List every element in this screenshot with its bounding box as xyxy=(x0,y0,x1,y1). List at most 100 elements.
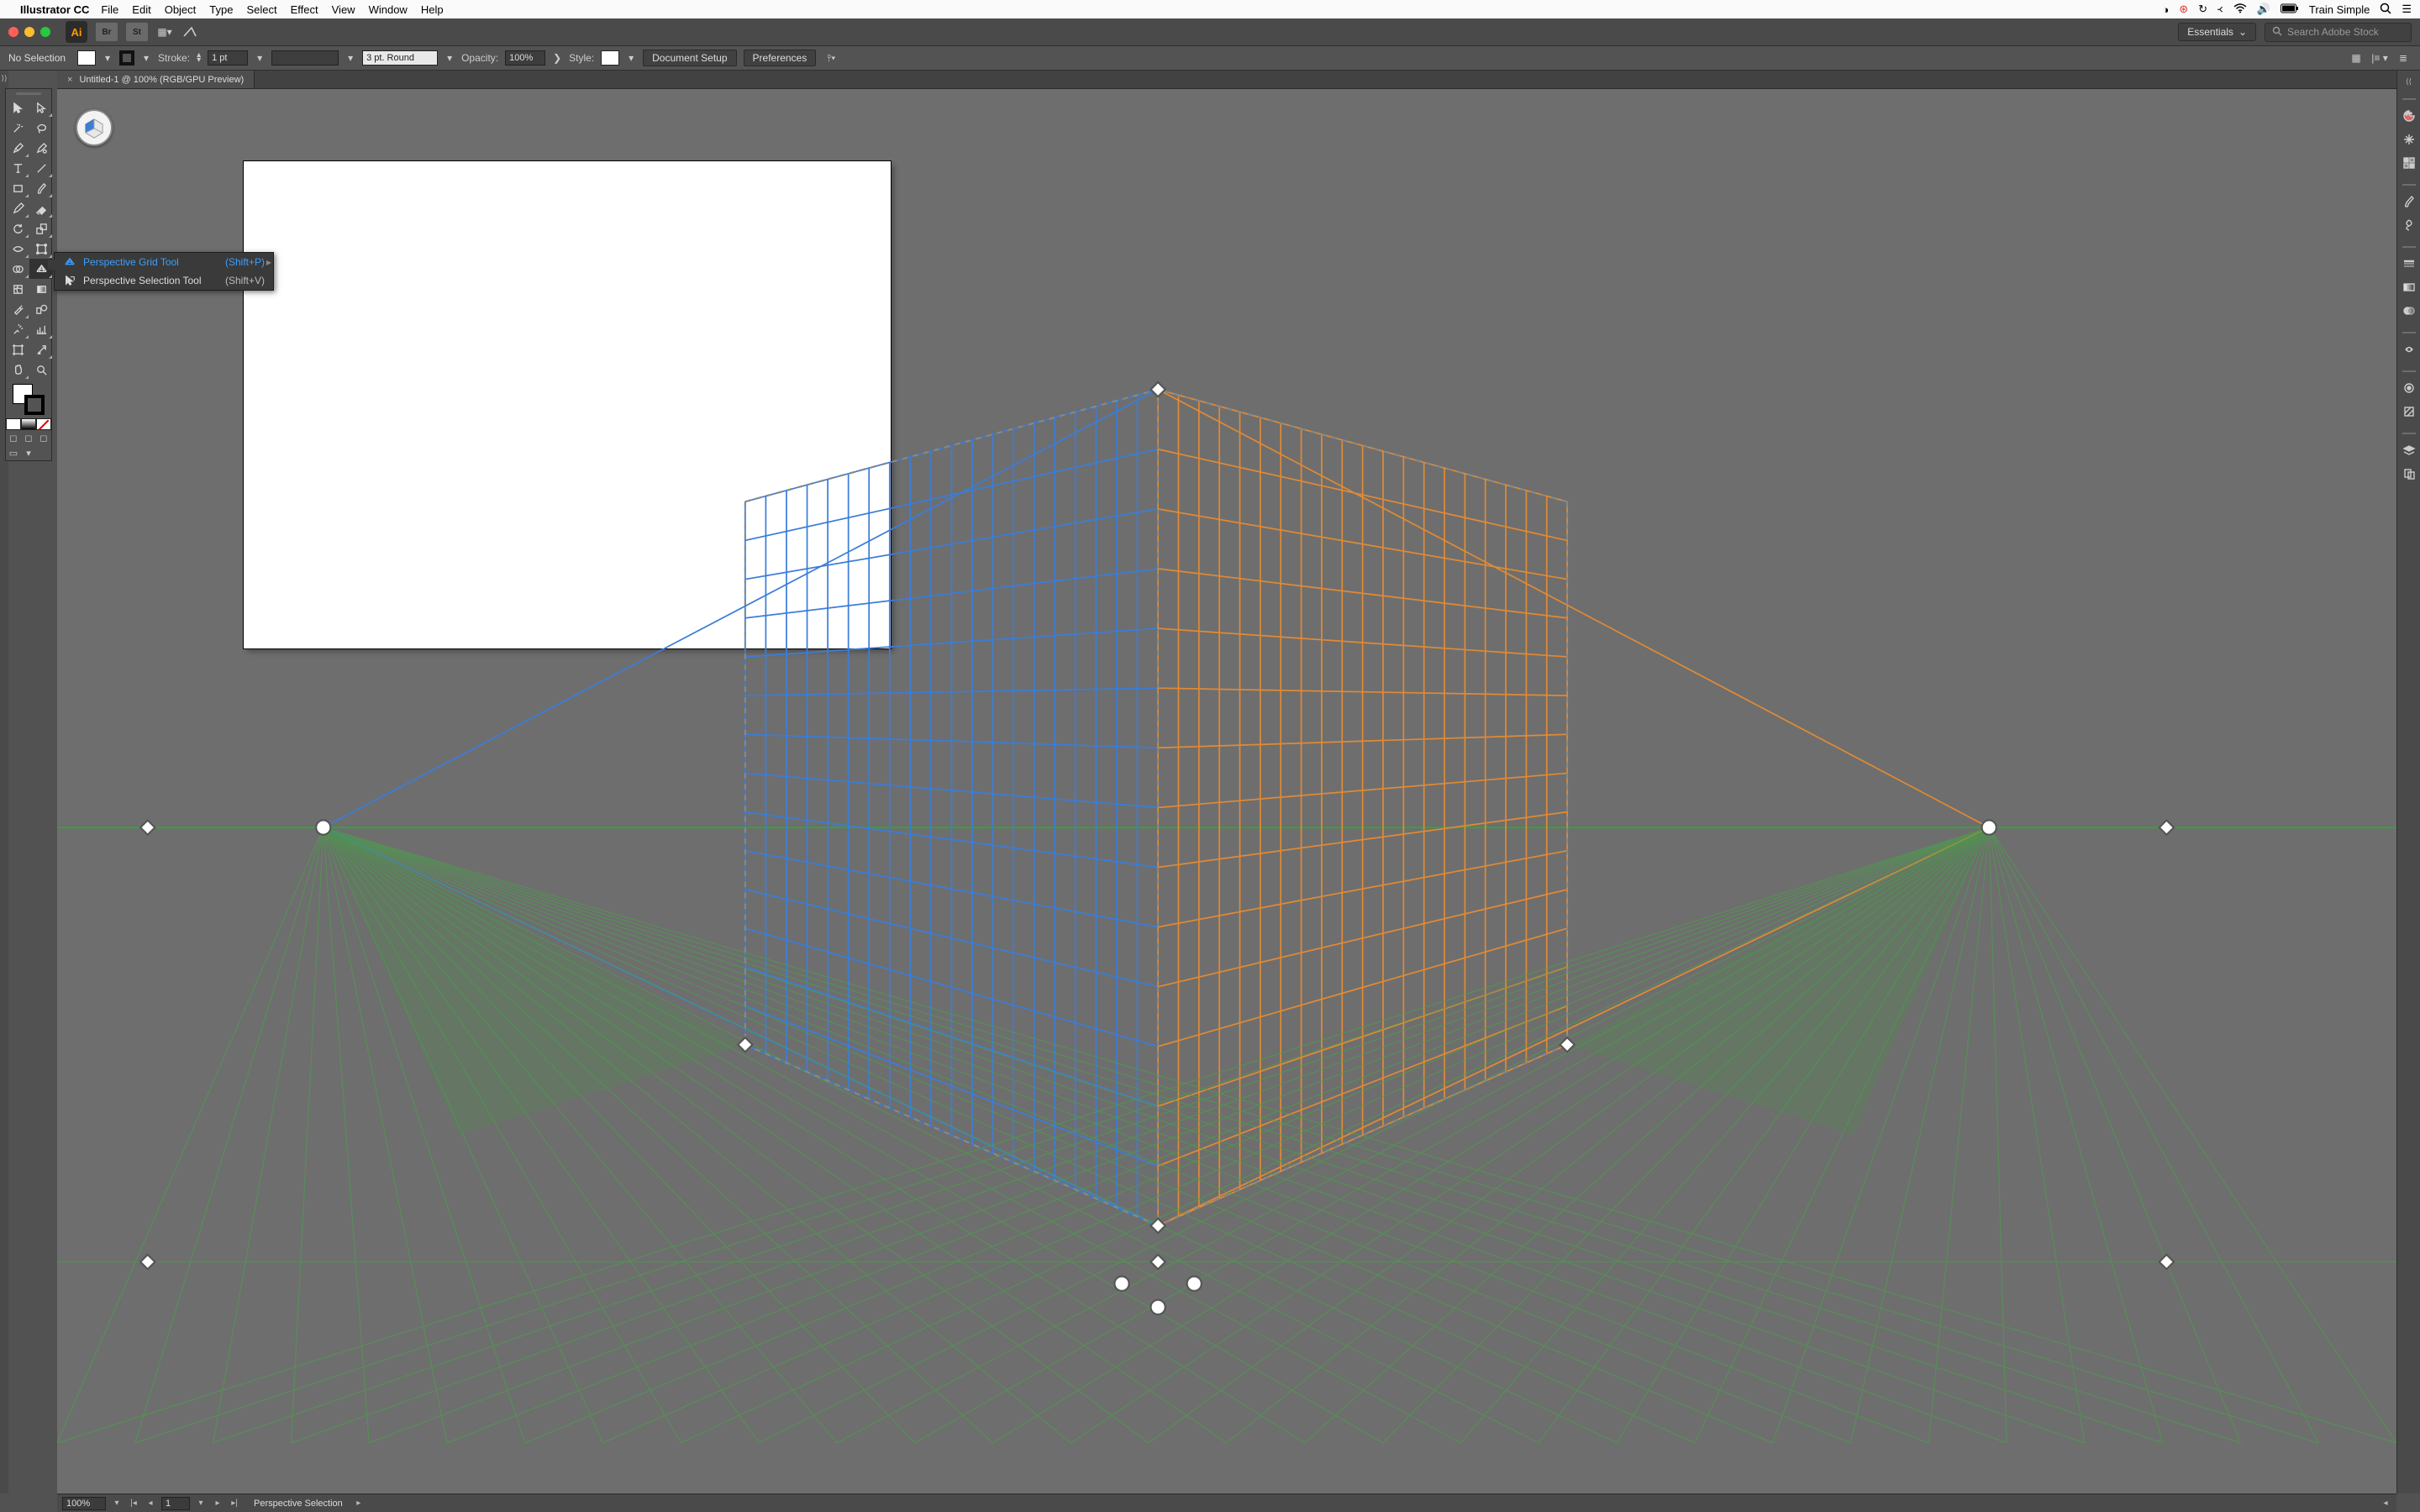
flyout-item-perspective-grid[interactable]: Perspective Grid Tool (Shift+P) ▶ xyxy=(55,253,273,271)
fill-swatch[interactable] xyxy=(77,50,96,66)
last-artboard-button[interactable]: ▸| xyxy=(229,1498,240,1509)
opacity-input[interactable]: 100% xyxy=(505,50,545,66)
align-panel-icon[interactable]: |≡ ▾ xyxy=(2371,50,2388,66)
draw-behind-icon[interactable]: ◻ xyxy=(21,430,36,445)
minimize-window-button[interactable] xyxy=(24,27,34,37)
menu-window[interactable]: Window xyxy=(369,3,408,16)
status-menu-icon[interactable]: ▸ xyxy=(353,1498,365,1509)
rectangle-tool[interactable] xyxy=(6,178,29,198)
pencil-tool[interactable] xyxy=(6,198,29,218)
width-tool[interactable] xyxy=(6,239,29,259)
symbol-sprayer-tool[interactable] xyxy=(6,319,29,339)
draw-inside-icon[interactable]: ◻ xyxy=(36,430,51,445)
arrange-documents-icon[interactable]: ▦▾ xyxy=(156,24,173,40)
prev-artboard-button[interactable]: ◂ xyxy=(145,1498,156,1509)
next-artboard-button[interactable]: ▸ xyxy=(212,1498,224,1509)
plane-switcher-widget[interactable] xyxy=(76,109,113,146)
eraser-tool[interactable] xyxy=(29,198,53,218)
stroke-color-icon[interactable] xyxy=(24,395,45,415)
menu-type[interactable]: Type xyxy=(209,3,233,16)
rotate-tool[interactable] xyxy=(6,218,29,239)
stroke-profile-dropdown[interactable]: ▾ xyxy=(345,52,355,64)
align-to-icon[interactable]: ⫯▾ xyxy=(823,50,839,66)
stock-search-input[interactable]: Search Adobe Stock xyxy=(2265,23,2412,42)
stroke-weight-dropdown[interactable]: ▾ xyxy=(255,52,265,64)
appearance-panel-icon[interactable] xyxy=(2399,379,2419,397)
zoom-dropdown[interactable]: ▾ xyxy=(111,1498,123,1509)
menu-file[interactable]: File xyxy=(101,3,118,16)
document-setup-button[interactable]: Document Setup xyxy=(643,50,736,66)
panel-grip[interactable] xyxy=(2402,369,2416,374)
color-guide-panel-icon[interactable] xyxy=(2399,130,2419,149)
document-tab[interactable]: × Untitled-1 @ 100% (RGB/GPU Preview) xyxy=(57,71,255,88)
panel-grip[interactable] xyxy=(2402,182,2416,187)
artboard-tool[interactable] xyxy=(6,339,29,360)
column-graph-tool[interactable] xyxy=(29,319,53,339)
color-mode-none[interactable] xyxy=(36,418,51,430)
type-tool[interactable] xyxy=(6,158,29,178)
direct-selection-tool[interactable] xyxy=(29,97,53,118)
status-icon[interactable]: ◑ xyxy=(2162,3,2169,16)
hscroll-left-icon[interactable]: ◂ xyxy=(2380,1498,2391,1509)
app-menu[interactable]: Illustrator CC xyxy=(20,3,89,16)
blend-tool[interactable] xyxy=(29,299,53,319)
stroke-profile-select[interactable] xyxy=(271,50,339,66)
first-artboard-button[interactable]: |◂ xyxy=(128,1498,139,1509)
stroke-dropdown[interactable]: ▾ xyxy=(141,52,151,64)
transform-panel-icon[interactable]: ▦ xyxy=(2348,50,2365,66)
color-panel-icon[interactable] xyxy=(2399,107,2419,125)
selection-tool[interactable] xyxy=(6,97,29,118)
curvature-tool[interactable] xyxy=(29,138,53,158)
zoom-window-button[interactable] xyxy=(40,27,50,37)
graphic-styles-panel-icon[interactable] xyxy=(2399,402,2419,421)
stroke-stepper-icon[interactable]: ▴▾ xyxy=(197,53,201,63)
expand-right-icon[interactable]: ⟨⟨ xyxy=(2406,77,2412,87)
artboard-number-input[interactable]: 1 xyxy=(161,1497,190,1510)
wifi-icon[interactable] xyxy=(2233,3,2247,16)
menu-select[interactable]: Select xyxy=(246,3,276,16)
draw-normal-icon[interactable]: ◻ xyxy=(6,430,21,445)
opacity-dropdown[interactable]: ❯ xyxy=(552,52,562,64)
menu-extras-icon[interactable]: ☰ xyxy=(2402,3,2412,16)
panel-grip[interactable] xyxy=(2402,431,2416,436)
menu-edit[interactable]: Edit xyxy=(132,3,150,16)
pen-tool[interactable] xyxy=(6,138,29,158)
libraries-panel-icon[interactable] xyxy=(2399,340,2419,359)
symbols-panel-icon[interactable] xyxy=(2399,216,2419,234)
canvas-area[interactable] xyxy=(57,89,2396,1494)
flyout-tearoff-handle[interactable] xyxy=(48,260,55,270)
screen-mode-dropdown[interactable]: ▾ xyxy=(21,445,36,460)
lasso-tool[interactable] xyxy=(29,118,53,138)
color-mode-gradient[interactable] xyxy=(21,418,36,430)
transparency-panel-icon[interactable] xyxy=(2399,302,2419,320)
fill-stroke-control[interactable] xyxy=(6,380,51,418)
brushes-panel-icon[interactable] xyxy=(2399,192,2419,211)
bluetooth-icon[interactable]: ᚜ xyxy=(2217,3,2223,16)
menu-effect[interactable]: Effect xyxy=(291,3,318,16)
creative-cloud-icon[interactable]: ⊛ xyxy=(2179,3,2188,16)
slice-tool[interactable] xyxy=(29,339,53,360)
mesh-tool[interactable] xyxy=(6,279,29,299)
menu-object[interactable]: Object xyxy=(165,3,197,16)
gradient-panel-icon[interactable] xyxy=(2399,278,2419,297)
panel-grip[interactable] xyxy=(2402,244,2416,249)
brush-dropdown[interactable]: ▾ xyxy=(445,52,455,64)
menu-help[interactable]: Help xyxy=(421,3,444,16)
stroke-weight-input[interactable]: 1 pt xyxy=(208,50,248,66)
battery-icon[interactable] xyxy=(2281,3,2299,16)
close-window-button[interactable] xyxy=(8,27,18,37)
line-segment-tool[interactable] xyxy=(29,158,53,178)
stroke-panel-icon[interactable] xyxy=(2399,255,2419,273)
menu-view[interactable]: View xyxy=(332,3,355,16)
magic-wand-tool[interactable] xyxy=(6,118,29,138)
spotlight-icon[interactable] xyxy=(2380,3,2391,17)
free-transform-tool[interactable] xyxy=(29,239,53,259)
paintbrush-tool[interactable] xyxy=(29,178,53,198)
zoom-input[interactable]: 100% xyxy=(62,1497,106,1510)
panel-grip[interactable] xyxy=(2402,330,2416,335)
artboards-panel-icon[interactable] xyxy=(2399,465,2419,483)
workspace-switcher[interactable]: Essentials ⌄ xyxy=(2178,23,2256,41)
panel-grip[interactable] xyxy=(6,89,51,97)
hand-tool[interactable] xyxy=(6,360,29,380)
fill-dropdown[interactable]: ▾ xyxy=(103,52,113,64)
